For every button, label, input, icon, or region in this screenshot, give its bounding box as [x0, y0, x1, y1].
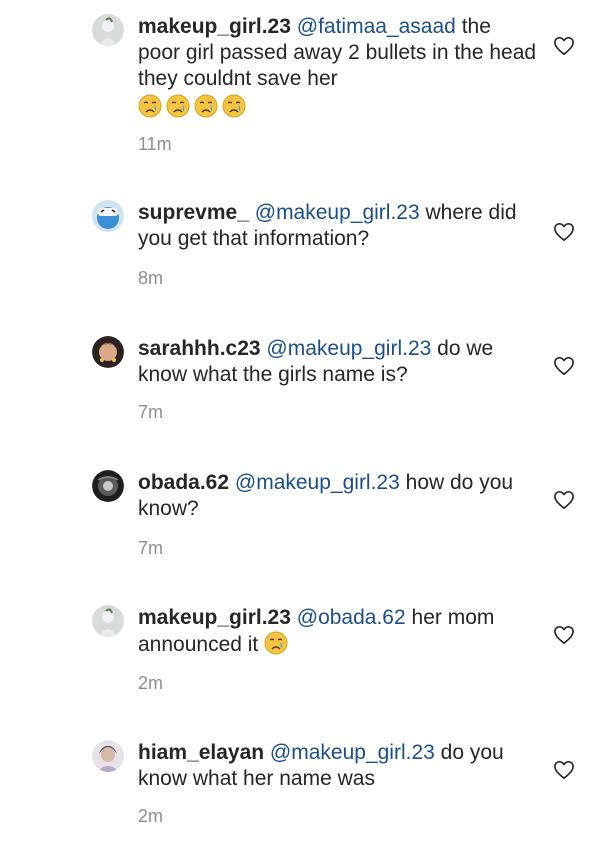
comment-username[interactable]: makeup_girl.23 [138, 15, 291, 38]
avatar[interactable] [92, 605, 124, 637]
like-button[interactable] [553, 36, 575, 56]
like-button[interactable] [553, 356, 575, 376]
heart-outline-icon [554, 37, 574, 55]
avatar[interactable] [92, 14, 124, 46]
comment-username[interactable]: makeup_girl.23 [138, 606, 291, 629]
avatar[interactable] [92, 336, 124, 368]
comment-timestamp: 2m [138, 806, 164, 826]
comment-timestamp: 8m [138, 268, 164, 288]
comment-username[interactable]: hiam_elayan [138, 741, 264, 764]
like-button[interactable] [553, 490, 575, 510]
heart-outline-icon [554, 626, 574, 644]
like-button[interactable] [553, 222, 575, 242]
crying-face-icon [166, 94, 190, 118]
crying-face-icon [222, 94, 246, 118]
avatar[interactable] [92, 740, 124, 772]
crying-face-icon [194, 94, 218, 118]
comment-timestamp: 7m [138, 402, 164, 422]
comment-body: suprevme_ @makeup_girl.23 where did you … [138, 200, 538, 252]
heart-outline-icon [554, 491, 574, 509]
comment-username[interactable]: suprevme_ [138, 201, 249, 224]
comment-timestamp: 11m [138, 134, 172, 154]
heart-outline-icon [554, 357, 574, 375]
comment-body: obada.62 @makeup_girl.23 how do you know… [138, 470, 538, 522]
like-button[interactable] [553, 760, 575, 780]
crying-face-icon [138, 94, 162, 118]
comment-mention[interactable]: @fatimaa_asaad [297, 15, 456, 38]
comment-mention[interactable]: @makeup_girl.23 [266, 337, 431, 360]
like-button[interactable] [553, 625, 575, 645]
heart-outline-icon [554, 223, 574, 241]
comment-mention[interactable]: @makeup_girl.23 [235, 471, 400, 494]
comment-body: hiam_elayan @makeup_girl.23 do you know … [138, 740, 538, 792]
comment-body: makeup_girl.23 @obada.62 her mom announc… [138, 605, 538, 658]
crying-face-icon [264, 631, 288, 655]
comment-mention[interactable]: @makeup_girl.23 [270, 741, 435, 764]
comment-body: sarahhh.c23 @makeup_girl.23 do we know w… [138, 336, 538, 388]
comment-mention[interactable]: @makeup_girl.23 [255, 201, 420, 224]
avatar[interactable] [92, 470, 124, 502]
comment-username[interactable]: sarahhh.c23 [138, 337, 261, 360]
heart-outline-icon [554, 761, 574, 779]
comment-timestamp: 2m [138, 673, 164, 693]
comment-timestamp: 7m [138, 538, 164, 558]
comment-list: makeup_girl.23 @fatimaa_asaad the poor g… [0, 0, 608, 850]
emoji-row [138, 94, 538, 121]
comment-username[interactable]: obada.62 [138, 471, 229, 494]
comment-body: makeup_girl.23 @fatimaa_asaad the poor g… [138, 14, 538, 121]
avatar[interactable] [92, 200, 124, 232]
comment-mention[interactable]: @obada.62 [297, 606, 406, 629]
